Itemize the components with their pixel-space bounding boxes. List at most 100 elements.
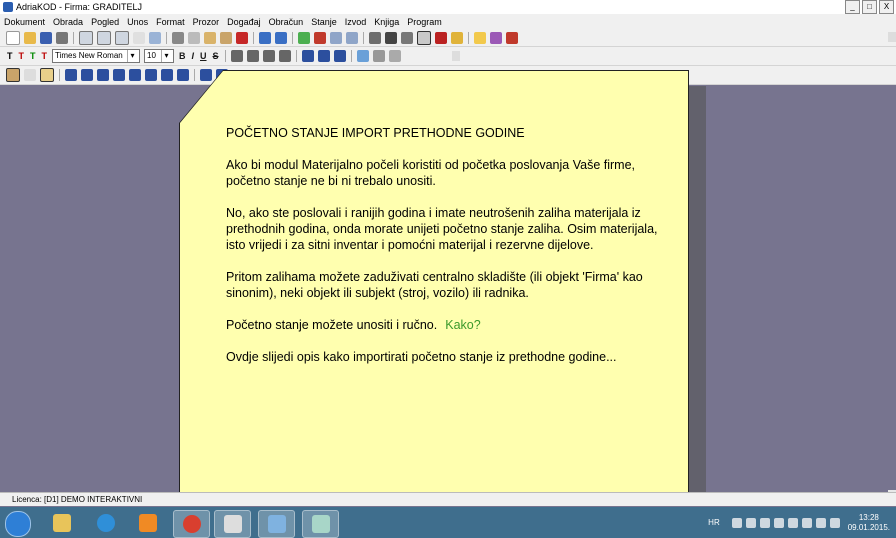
menu-dogadaj[interactable]: Događaj (223, 17, 265, 27)
checkmark-icon[interactable] (490, 31, 502, 44)
menu-stanje[interactable]: Stanje (307, 17, 341, 27)
toolbar-overflow-icon[interactable] (888, 32, 896, 42)
copy-icon[interactable] (188, 31, 200, 44)
strike-button[interactable]: S (213, 51, 219, 61)
start-button[interactable] (5, 511, 31, 537)
line-color-icon[interactable] (372, 50, 385, 62)
menu-obrada[interactable]: Obrada (49, 17, 87, 27)
new-document-icon[interactable] (6, 30, 20, 45)
truck-icon[interactable] (385, 31, 397, 44)
refresh-icon[interactable] (298, 31, 310, 44)
help-icon[interactable] (474, 31, 486, 44)
flag-icon[interactable] (829, 517, 840, 528)
undo-icon[interactable] (259, 31, 271, 44)
menu-format[interactable]: Format (152, 17, 189, 27)
keyboard-icon[interactable] (401, 31, 413, 44)
font-size-select[interactable]: 10 ▾ (144, 49, 174, 63)
eraser-icon[interactable] (388, 50, 401, 62)
toolbar-overflow-icon[interactable] (452, 51, 460, 61)
template-icon[interactable] (6, 68, 20, 82)
zoom-icon[interactable] (97, 30, 111, 45)
menu-pogled[interactable]: Pogled (87, 17, 123, 27)
menu-program[interactable]: Program (403, 17, 446, 27)
text-style-4-icon[interactable]: T (42, 51, 48, 61)
taskbar-chrome[interactable] (173, 510, 210, 538)
print-preview-icon[interactable] (79, 30, 93, 45)
cut-icon[interactable] (172, 31, 184, 44)
text-style-3-icon[interactable]: T (30, 51, 36, 61)
valign-bottom-icon[interactable] (301, 50, 314, 62)
tray-app-icon[interactable] (745, 517, 756, 528)
minimize-button[interactable]: _ (845, 0, 860, 14)
align-left-icon[interactable] (230, 50, 243, 62)
taskbar-media[interactable] (130, 510, 165, 536)
list-numbered-icon[interactable] (129, 69, 141, 81)
fill-color-icon[interactable] (356, 50, 369, 62)
list-icon[interactable] (346, 31, 358, 44)
text-style-2-icon[interactable]: T (19, 51, 25, 61)
taskbar-adriakod[interactable] (214, 510, 251, 538)
taskbar-app-2[interactable] (258, 510, 295, 538)
tray-app-icon[interactable] (759, 517, 770, 528)
maximize-button[interactable]: □ (862, 0, 877, 14)
pencil-icon[interactable] (451, 31, 463, 44)
close-button[interactable]: X (879, 0, 894, 14)
bold-button[interactable]: B (179, 51, 186, 61)
format-toolbar: T T T T Times New Roman ▾ 10 ▾ B I U S (0, 47, 896, 66)
window-icon[interactable] (369, 31, 381, 44)
find-icon[interactable] (115, 30, 129, 45)
note-content: POČETNO STANJE IMPORT PRETHODNE GODINE A… (226, 125, 666, 381)
clock[interactable]: 13:28 09.01.2015. (848, 513, 890, 533)
valign-middle-icon[interactable] (317, 50, 330, 62)
tray-app-icon[interactable] (773, 517, 784, 528)
redo-icon[interactable] (275, 31, 287, 44)
menu-knjiga[interactable]: Knjiga (370, 17, 403, 27)
align-justify-icon[interactable] (278, 50, 291, 62)
align-center-icon[interactable] (246, 50, 259, 62)
list-bullet-2-icon[interactable] (161, 69, 173, 81)
numbering-roman-icon[interactable] (113, 69, 125, 81)
numbering-1-icon[interactable] (81, 69, 93, 81)
list-bullet-3-icon[interactable] (177, 69, 189, 81)
list-bullet-icon[interactable] (145, 69, 157, 81)
print-icon[interactable] (56, 31, 68, 44)
numbering-lower-a-icon[interactable] (97, 69, 109, 81)
menu-obracun[interactable]: Obračun (265, 17, 308, 27)
menu-prozor[interactable]: Prozor (189, 17, 224, 27)
text-style-1-icon[interactable]: T (7, 51, 13, 61)
italic-button[interactable]: I (192, 51, 195, 61)
style-icon[interactable] (24, 69, 36, 81)
align-right-icon[interactable] (262, 50, 275, 62)
taskbar-ie[interactable] (88, 510, 123, 536)
home-icon[interactable] (314, 31, 326, 44)
menu-dokument[interactable]: Dokument (0, 17, 49, 27)
target-icon[interactable] (435, 31, 447, 44)
network-icon[interactable] (815, 517, 826, 528)
numbering-a-icon[interactable] (65, 69, 77, 81)
mail-icon[interactable] (330, 31, 342, 44)
page-number-icon[interactable] (133, 31, 145, 44)
tray-app-icon[interactable] (731, 517, 742, 528)
font-name-select[interactable]: Times New Roman ▾ (52, 49, 140, 63)
open-folder-icon[interactable] (24, 31, 36, 44)
paste-special-icon[interactable] (220, 31, 232, 44)
taskbar-app-3[interactable] (302, 510, 339, 538)
search-icon[interactable] (417, 30, 431, 45)
separator (59, 69, 60, 81)
note-icon[interactable] (40, 68, 54, 82)
menu-unos[interactable]: Unos (123, 17, 152, 27)
taskbar-explorer[interactable] (44, 510, 79, 536)
columns-icon[interactable] (149, 31, 161, 44)
paste-icon[interactable] (204, 31, 216, 44)
underline-button[interactable]: U (200, 51, 207, 61)
language-indicator[interactable]: HR (708, 518, 720, 527)
indent-icon[interactable] (200, 69, 212, 81)
tools-icon[interactable] (506, 31, 518, 44)
menu-izvod[interactable]: Izvod (341, 17, 371, 27)
save-icon[interactable] (40, 31, 52, 44)
delete-icon[interactable] (236, 31, 248, 44)
tray-app-icon[interactable] (787, 517, 798, 528)
kako-link[interactable]: Kako? (445, 318, 480, 332)
volume-icon[interactable] (801, 517, 812, 528)
valign-top-icon[interactable] (333, 50, 346, 62)
